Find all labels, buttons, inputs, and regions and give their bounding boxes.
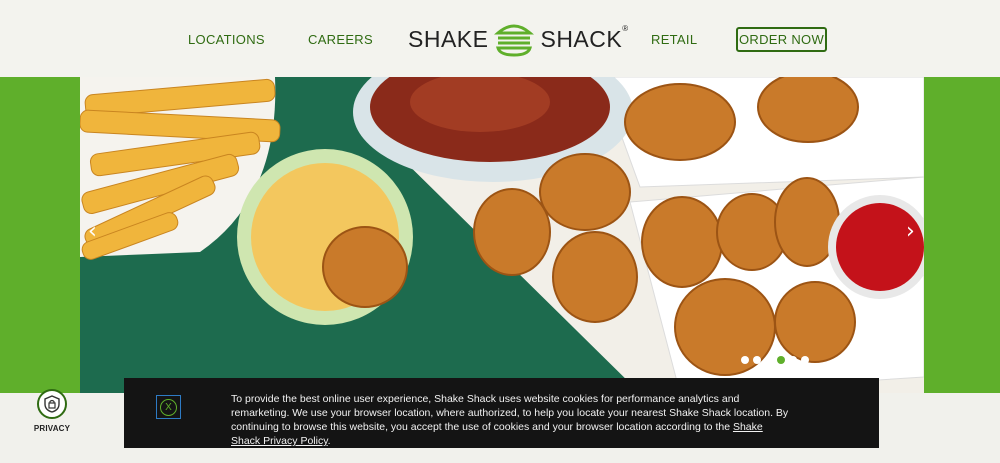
registered-mark: ® bbox=[622, 24, 629, 33]
carousel-dot[interactable] bbox=[765, 356, 773, 364]
nav-locations[interactable]: LOCATIONS bbox=[188, 32, 265, 47]
carousel-prev-icon[interactable]: ‹ bbox=[88, 219, 97, 244]
carousel-dot[interactable] bbox=[789, 356, 797, 364]
nav-retail[interactable]: RETAIL bbox=[651, 32, 697, 47]
carousel-dot[interactable] bbox=[801, 356, 809, 364]
shake-shack-logo[interactable]: SHAKE SHACK ® bbox=[408, 16, 628, 62]
shield-lock-icon[interactable] bbox=[37, 389, 67, 419]
carousel-dot[interactable] bbox=[741, 356, 749, 364]
cookie-text-body: To provide the best online user experien… bbox=[231, 393, 789, 433]
hero-carousel[interactable]: ‹ › bbox=[80, 77, 924, 393]
hero-food-image bbox=[80, 77, 924, 393]
carousel-pagination bbox=[741, 356, 809, 364]
logo-word-shack: SHACK bbox=[540, 25, 623, 52]
carousel-dot-active[interactable] bbox=[777, 356, 785, 364]
cookie-close-button[interactable]: X bbox=[156, 395, 181, 419]
burger-icon bbox=[494, 17, 535, 62]
carousel-next-icon[interactable]: › bbox=[906, 219, 915, 244]
privacy-widget[interactable]: PRIVACY bbox=[33, 389, 71, 433]
privacy-label: PRIVACY bbox=[33, 424, 71, 433]
cookie-text-end: . bbox=[327, 435, 331, 447]
site-header: LOCATIONS CAREERS SHAKE SHACK ® RETAIL O… bbox=[0, 0, 1000, 77]
nav-careers[interactable]: CAREERS bbox=[308, 32, 373, 47]
carousel-dot[interactable] bbox=[753, 356, 761, 364]
order-now-button[interactable]: ORDER NOW bbox=[736, 27, 827, 52]
close-icon: X bbox=[160, 398, 177, 416]
logo-word-shake: SHAKE bbox=[408, 25, 489, 52]
cookie-message: To provide the best online user experien… bbox=[231, 392, 791, 448]
cookie-banner: X To provide the best online user experi… bbox=[124, 378, 879, 448]
